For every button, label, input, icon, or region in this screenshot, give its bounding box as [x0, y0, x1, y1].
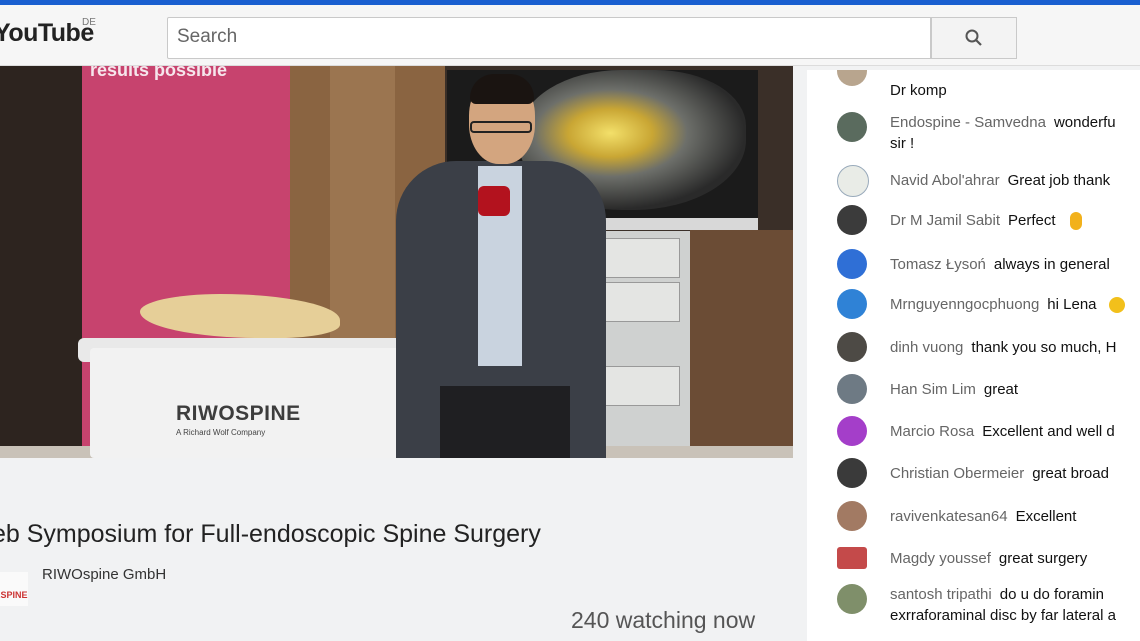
live-chat-panel: Dr komp Endospine - Samvedna wonderfu sir…: [807, 70, 1140, 641]
chat-author[interactable]: Tomasz Łysoń: [890, 256, 986, 273]
chat-author[interactable]: Endospine - Samvedna: [890, 114, 1046, 131]
chat-text: thank you so much, H: [971, 339, 1117, 356]
chat-author[interactable]: dinh vuong: [890, 339, 963, 356]
search-icon: [965, 29, 982, 46]
logo-region-label: DE: [82, 17, 96, 28]
chat-text: always in general: [993, 256, 1110, 273]
avatar: [837, 112, 867, 142]
chat-text: great surgery: [998, 550, 1088, 567]
chat-line: Dr M Jamil Sabit Perfect: [890, 210, 1082, 231]
chat-line: Mrnguyenngocphuong hi Lena: [890, 294, 1125, 315]
chat-line: santosh tripathi do u do foramin: [890, 584, 1104, 605]
video-background: [0, 66, 82, 458]
avatar: [837, 416, 867, 446]
chat-text: hi Lena: [1047, 296, 1097, 313]
chat-text-continued: exrraforaminal disc by far lateral a: [890, 607, 1116, 624]
microphone: [478, 186, 510, 216]
brand-subtitle: A Richard Wolf Company: [176, 428, 266, 437]
brand-logo-text: RIWOSPINE: [176, 402, 301, 425]
avatar: [837, 289, 867, 319]
presenter-glasses: [470, 121, 532, 133]
chat-line: Marcio Rosa Excellent and well d: [890, 421, 1115, 442]
chat-text: Perfect: [1008, 212, 1056, 229]
video-title: eb Symposium for Full-endoscopic Spine S…: [0, 520, 541, 548]
chat-author[interactable]: ravivenkatesan64: [890, 508, 1008, 525]
chat-author[interactable]: Mrnguyenngocphuong: [890, 296, 1039, 313]
chat-line: Han Sim Lim great: [890, 379, 1018, 400]
chat-author[interactable]: Magdy youssef: [890, 550, 991, 567]
avatar: [837, 165, 869, 197]
channel-avatar[interactable]: ASPINE: [0, 572, 28, 606]
chat-author[interactable]: Christian Obermeier: [890, 465, 1024, 482]
emoji-icon: [1108, 297, 1125, 314]
video-player[interactable]: results possible RIWOSPINE A Richard Wol…: [0, 66, 793, 458]
chat-author[interactable]: Marcio Rosa: [890, 423, 974, 440]
avatar: [837, 547, 867, 569]
avatar: [837, 332, 867, 362]
chat-line: ravivenkatesan64 Excellent: [890, 506, 1076, 527]
chat-line: dinh vuong thank you so much, H: [890, 337, 1116, 358]
chat-text: Excellent and well d: [982, 423, 1115, 440]
chat-author[interactable]: santosh tripathi: [890, 586, 992, 603]
avatar: [837, 501, 867, 531]
chat-text: great broad: [1032, 465, 1109, 482]
chat-line: Christian Obermeier great broad: [890, 463, 1109, 484]
chat-line: Magdy youssef great surgery: [890, 548, 1087, 569]
thumbs-up-icon: [1069, 212, 1082, 231]
chat-text: wonderfu: [1053, 114, 1116, 131]
chat-text: great: [983, 381, 1019, 398]
avatar: [837, 249, 867, 279]
search-button[interactable]: [931, 17, 1017, 59]
chat-text: Dr komp: [890, 82, 947, 99]
channel-name[interactable]: RIWOspine GmbH: [42, 566, 166, 583]
top-bar: YouTube DE Search: [0, 0, 1140, 66]
search-input[interactable]: Search: [167, 17, 931, 59]
presenter-legs: [440, 386, 570, 458]
chat-text-continued: sir !: [890, 135, 915, 152]
presenter-hair: [470, 74, 534, 104]
avatar: [837, 458, 867, 488]
right-wall: [690, 230, 793, 458]
chat-text: do u do foramin: [999, 586, 1104, 603]
viewer-count: 240 watching now: [571, 607, 756, 633]
chat-author[interactable]: Dr M Jamil Sabit: [890, 212, 1000, 229]
chat-text: Excellent: [1015, 508, 1077, 525]
chat-author[interactable]: Navid Abol'ahrar: [890, 172, 1000, 189]
banner-text: results possible: [90, 66, 228, 80]
avatar: [837, 584, 867, 614]
chat-line: Endospine - Samvedna wonderfu: [890, 112, 1116, 133]
chat-line: Navid Abol'ahrar Great job thank: [890, 170, 1110, 191]
avatar: [837, 70, 867, 86]
chat-author[interactable]: Han Sim Lim: [890, 381, 976, 398]
chat-text: Great job thank: [1007, 172, 1111, 189]
channel-avatar-text: ASPINE: [0, 590, 28, 600]
chat-line: Tomasz Łysoń always in general: [890, 254, 1110, 275]
avatar: [837, 205, 867, 235]
youtube-logo[interactable]: YouTube: [0, 19, 94, 48]
avatar: [837, 374, 867, 404]
